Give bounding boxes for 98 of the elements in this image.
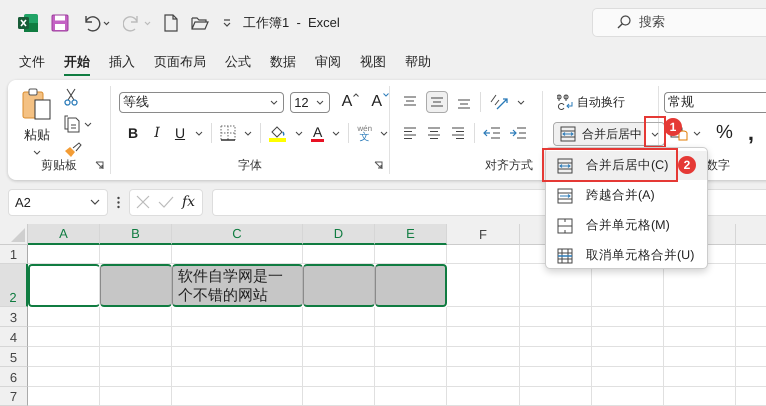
- column-header[interactable]: C: [172, 224, 303, 245]
- caret-icon[interactable]: [517, 100, 525, 104]
- ribbon-tab[interactable]: 开始: [57, 46, 97, 76]
- ribbon-tab[interactable]: 文件: [12, 46, 52, 76]
- number-format-select[interactable]: 常规: [664, 92, 766, 112]
- caret-icon[interactable]: [380, 130, 388, 136]
- increase-indent-icon[interactable]: [509, 125, 527, 141]
- dialog-launcher-icon[interactable]: [374, 160, 383, 170]
- caret-icon: [33, 150, 41, 155]
- border-icon[interactable]: [220, 125, 236, 141]
- caret-icon: [316, 100, 324, 104]
- new-document-icon[interactable]: [164, 14, 178, 32]
- unmerge-cells-icon: [557, 248, 573, 264]
- ribbon-tab[interactable]: 插入: [102, 46, 142, 76]
- paste-button[interactable]: 粘贴: [22, 88, 52, 155]
- table-cell[interactable]: [100, 264, 172, 307]
- menu-item[interactable]: 取消单元格合并(U): [546, 241, 707, 270]
- row-header[interactable]: 4: [0, 327, 28, 347]
- align-left-icon[interactable]: [402, 125, 418, 141]
- caret-icon: [90, 199, 100, 205]
- merge-center-icon: [560, 126, 576, 142]
- menu-item[interactable]: 合并单元格(M): [546, 211, 707, 240]
- wrap-text-button[interactable]: 自动换行: [553, 91, 665, 113]
- underline-button[interactable]: U: [173, 124, 187, 142]
- caret-icon[interactable]: [195, 130, 203, 136]
- clipboard-icon: [22, 88, 52, 120]
- font-size-select[interactable]: 12: [290, 92, 330, 112]
- insert-function-button[interactable]: fx: [182, 194, 196, 210]
- window-title: 工作簿1 - Excel: [243, 14, 340, 32]
- row-header[interactable]: 3: [0, 307, 28, 327]
- ribbon-tab[interactable]: 数据: [263, 46, 303, 76]
- row-header[interactable]: 2: [0, 264, 28, 307]
- caret-icon[interactable]: [244, 130, 252, 136]
- percent-button[interactable]: %: [716, 124, 733, 142]
- row-header[interactable]: 1: [0, 245, 28, 264]
- column-header[interactable]: D: [303, 224, 375, 245]
- caret-icon[interactable]: [295, 130, 303, 136]
- search-icon: [617, 15, 631, 29]
- column-header[interactable]: B: [100, 224, 172, 245]
- customize-caret-icon[interactable]: [222, 18, 232, 28]
- chevron-up-icon: [353, 93, 360, 97]
- format-painter-icon[interactable]: [64, 142, 82, 158]
- scissors-icon[interactable]: [64, 88, 78, 106]
- merge-across-icon: [557, 188, 573, 204]
- ribbon-tab[interactable]: 审阅: [308, 46, 348, 76]
- font-select[interactable]: 等线: [119, 92, 284, 112]
- select-all-icon: [11, 228, 25, 242]
- more-options-icon[interactable]: [117, 196, 120, 208]
- redo-icon[interactable]: [123, 14, 151, 32]
- group-label: 对齐方式: [485, 156, 533, 174]
- search-field[interactable]: 搜索: [592, 8, 766, 36]
- italic-button[interactable]: I: [149, 124, 165, 142]
- column-header[interactable]: E: [375, 224, 447, 245]
- caret-icon: [651, 132, 659, 136]
- ribbon-tab[interactable]: 视图: [353, 46, 393, 76]
- decrease-font-button[interactable]: A: [371, 93, 389, 111]
- decrease-indent-icon[interactable]: [483, 125, 501, 141]
- caret-icon: [270, 100, 278, 104]
- folder-icon[interactable]: [191, 16, 209, 30]
- copy-icon[interactable]: [64, 115, 80, 133]
- wrap-text-icon: [557, 93, 573, 111]
- align-center-icon[interactable]: [426, 125, 442, 141]
- column-header[interactable]: F: [447, 224, 520, 245]
- merge-center-button[interactable]: 合并后居中: [554, 123, 646, 145]
- caret-icon[interactable]: [332, 130, 340, 136]
- close-icon[interactable]: [136, 195, 150, 209]
- column-header[interactable]: A: [28, 224, 100, 245]
- merge-center-icon: [557, 158, 573, 174]
- align-right-icon[interactable]: [450, 125, 466, 141]
- checkmark-icon[interactable]: [158, 196, 174, 208]
- increase-font-button[interactable]: A: [342, 93, 360, 111]
- align-middle-icon[interactable]: [426, 91, 448, 113]
- ribbon-tab[interactable]: 帮助: [398, 46, 438, 76]
- group-label: 字体: [238, 156, 262, 174]
- row-header[interactable]: 7: [0, 387, 28, 406]
- name-box[interactable]: A2: [8, 188, 108, 216]
- dialog-launcher-icon[interactable]: [95, 160, 104, 170]
- spreadsheet-logo-icon: [18, 14, 38, 32]
- caret-icon[interactable]: [84, 122, 92, 126]
- save-icon[interactable]: [51, 14, 69, 32]
- chevron-down-icon: [383, 93, 389, 97]
- fill-color-icon[interactable]: [269, 124, 287, 142]
- menu-item[interactable]: 跨越合并(A): [546, 181, 707, 210]
- group-label: 剪贴板: [41, 156, 77, 174]
- select-all-corner[interactable]: [0, 224, 28, 245]
- phonetic-button[interactable]: wén 文: [357, 124, 372, 142]
- font-color-button[interactable]: A: [311, 124, 324, 142]
- table-cell[interactable]: [303, 264, 375, 307]
- ribbon-tab[interactable]: 公式: [218, 46, 258, 76]
- table-cell[interactable]: 软件自学网是一个不错的网站: [172, 264, 303, 307]
- merge-cells-icon: [557, 218, 573, 234]
- ribbon-tab[interactable]: 页面布局: [147, 46, 213, 76]
- table-cell[interactable]: [375, 264, 447, 307]
- bold-button[interactable]: B: [125, 124, 141, 142]
- row-header[interactable]: 5: [0, 347, 28, 367]
- row-header[interactable]: 6: [0, 367, 28, 387]
- text-orientation-icon[interactable]: [489, 93, 509, 111]
- caret-icon[interactable]: [693, 130, 701, 136]
